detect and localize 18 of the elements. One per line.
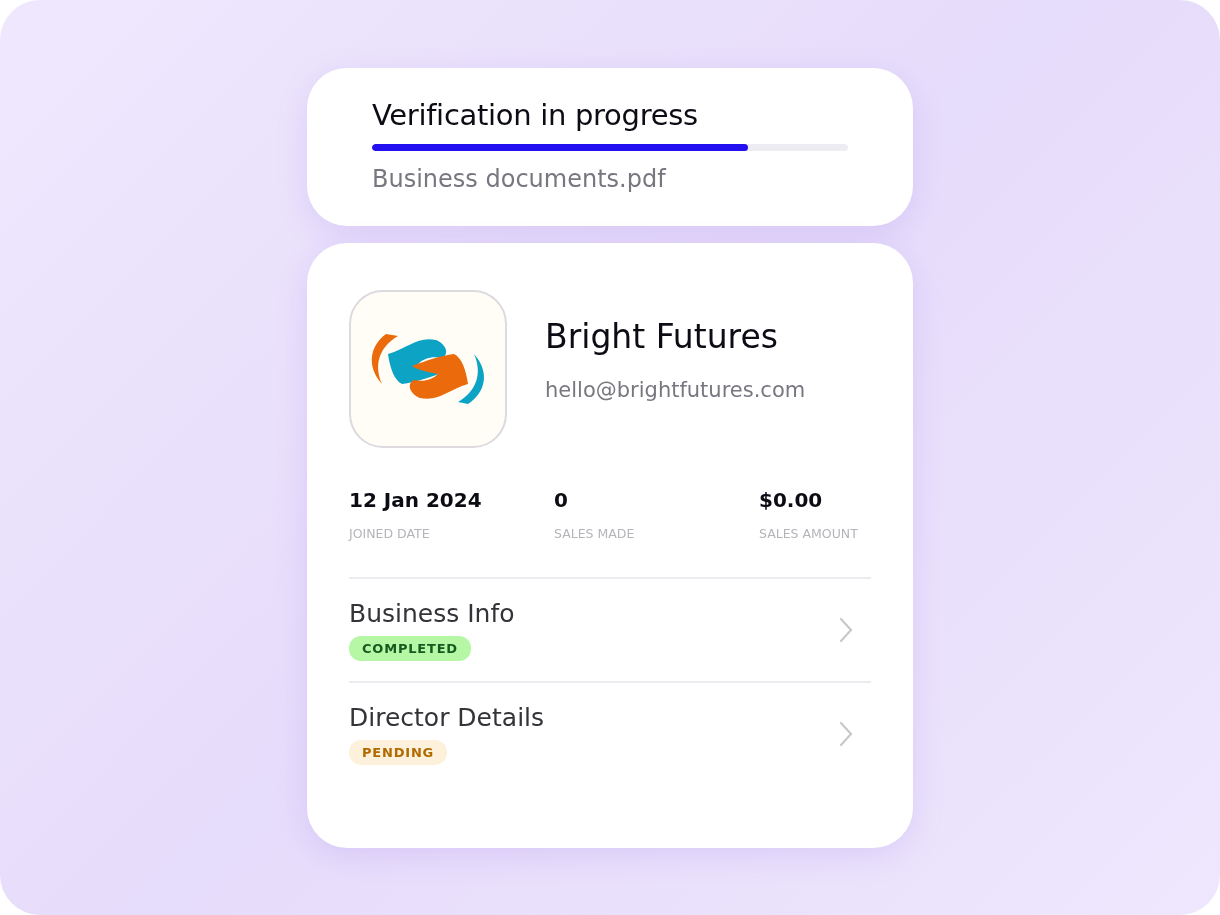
stat-label: SALES MADE: [554, 526, 636, 541]
section-row[interactable]: Business Info COMPLETED: [349, 579, 871, 683]
verification-title: Verification in progress: [372, 98, 699, 132]
stat-value: 12 Jan 2024: [349, 488, 483, 512]
stat-value: $0.00: [759, 488, 824, 512]
section-row[interactable]: Director Details PENDING: [349, 683, 871, 785]
stat-value: 0: [554, 488, 569, 512]
section-title: Business Info: [349, 599, 515, 628]
chevron-right-icon: [839, 721, 853, 747]
stat-label: JOINED DATE: [349, 526, 431, 541]
file-name: Business documents.pdf: [372, 165, 668, 193]
chevron-right-icon: [839, 617, 853, 643]
section-title: Director Details: [349, 703, 545, 732]
business-name: Bright Futures: [545, 316, 779, 356]
status-badge: COMPLETED: [349, 636, 471, 661]
status-badge: PENDING: [349, 740, 448, 765]
stat-label: SALES AMOUNT: [759, 526, 859, 541]
business-email: hello@brightfutures.com: [545, 377, 806, 402]
